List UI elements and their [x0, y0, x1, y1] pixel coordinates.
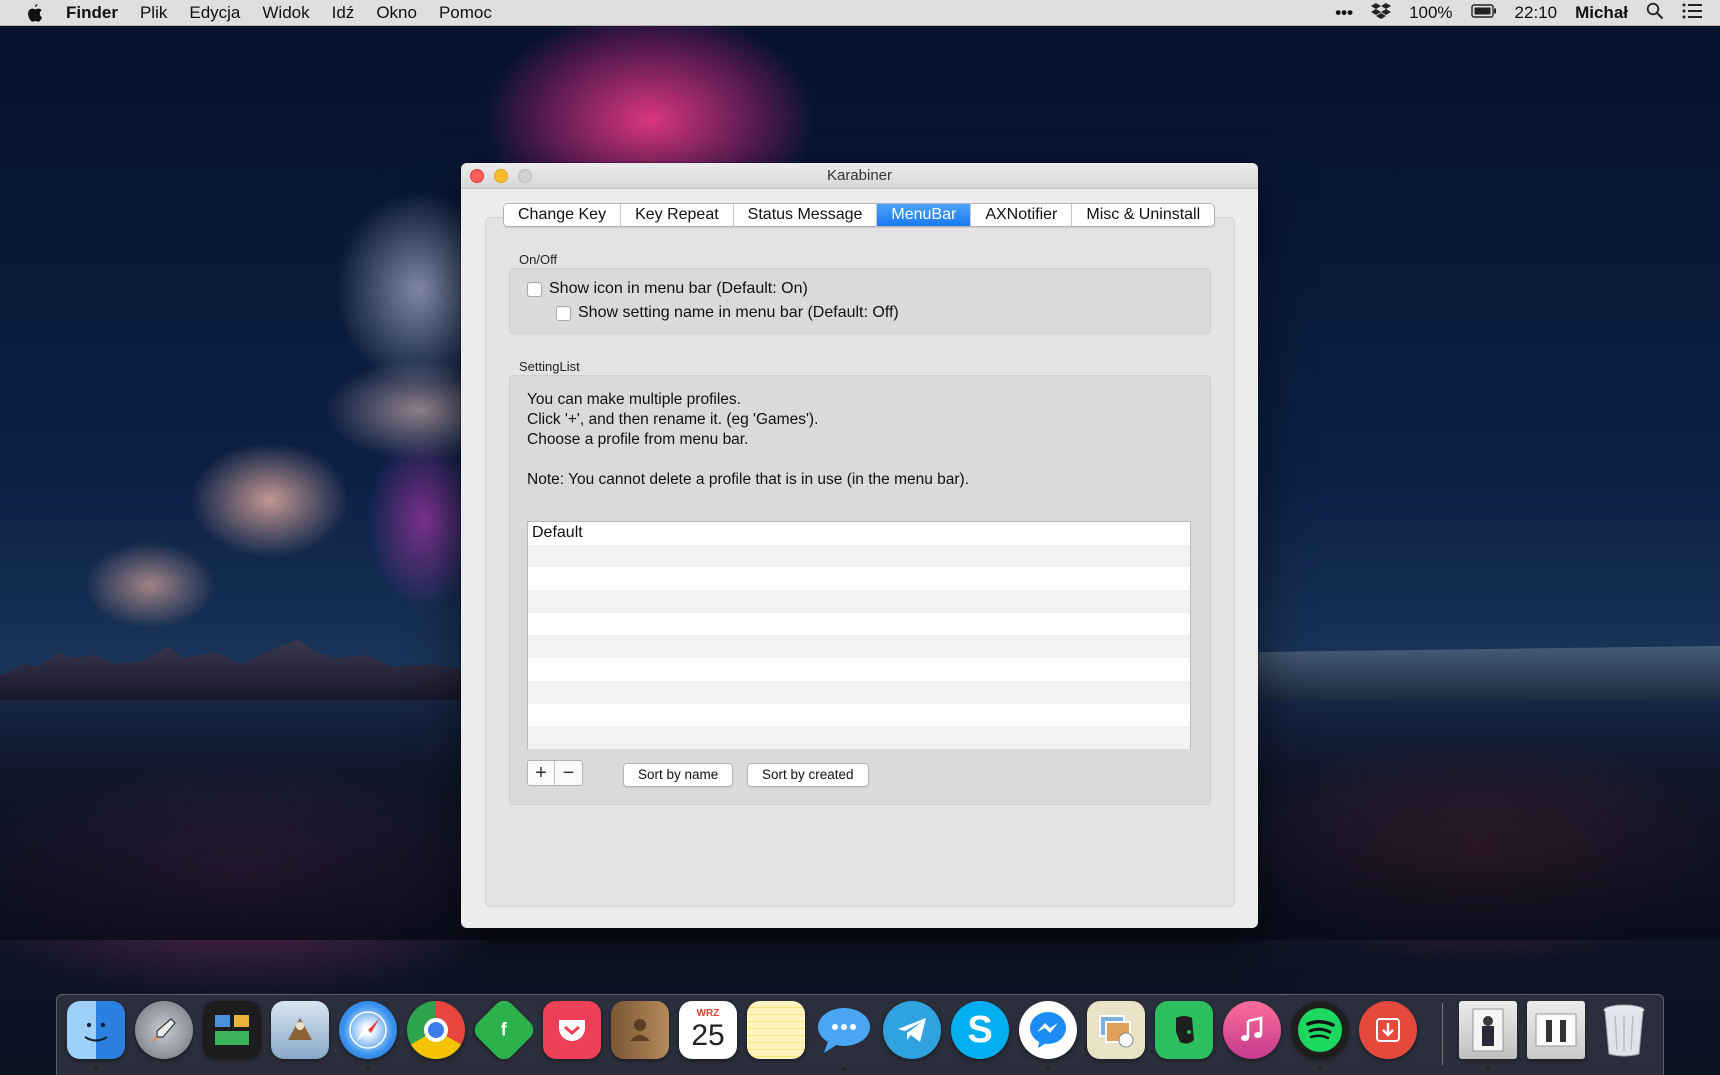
notes-icon[interactable] [747, 1001, 805, 1059]
photo-stack-icon[interactable] [1527, 1001, 1585, 1059]
settinglist-section-label: SettingList [519, 359, 580, 374]
onoff-box [509, 268, 1211, 334]
finder-icon[interactable] [67, 1001, 125, 1059]
tab-status-message[interactable]: Status Message [733, 204, 878, 226]
table-row[interactable]: Default [528, 522, 1190, 545]
window-titlebar[interactable]: Karabiner [461, 163, 1258, 189]
launchpad-icon[interactable] [135, 1001, 193, 1059]
tab-bar: Change Key Key Repeat Status Message Men… [503, 203, 1216, 227]
add-remove-segment: + − [527, 760, 583, 786]
onoff-section-label: On/Off [519, 252, 558, 267]
calendar-icon[interactable]: WRZ 25 [679, 1001, 737, 1059]
skype-icon[interactable]: S [951, 1001, 1009, 1059]
menu-app-name[interactable]: Finder [66, 3, 118, 23]
minimize-window-button[interactable] [494, 169, 508, 183]
remove-profile-button[interactable]: − [555, 761, 582, 785]
table-row[interactable] [528, 726, 1190, 749]
battery-icon[interactable] [1470, 3, 1497, 23]
window-title: Karabiner [826, 167, 893, 184]
table-row[interactable] [528, 544, 1190, 568]
show-icon-label[interactable]: Show icon in menu bar (Default: On) [549, 280, 808, 298]
dock-separator [1442, 1003, 1443, 1065]
evernote-icon[interactable] [1155, 1001, 1213, 1059]
info-line: You can make multiple profiles. [527, 391, 741, 408]
more-status-icon[interactable]: ••• [1335, 3, 1353, 23]
wallpaper-skyline [0, 640, 480, 700]
profile-table[interactable]: Default [527, 521, 1191, 749]
preview-icon[interactable] [1087, 1001, 1145, 1059]
table-row[interactable] [528, 680, 1190, 704]
trash-icon[interactable] [1595, 1001, 1653, 1059]
tab-menubar[interactable]: MenuBar [877, 204, 972, 226]
running-indicator [366, 1067, 370, 1071]
messages-icon[interactable] [815, 1001, 873, 1059]
running-indicator [1486, 1067, 1490, 1071]
user-name[interactable]: Michał [1575, 3, 1628, 23]
show-setting-name-checkbox[interactable] [556, 305, 571, 321]
close-window-button[interactable] [470, 169, 484, 183]
mail-icon[interactable] [271, 1001, 329, 1059]
menu-pomoc[interactable]: Pomoc [439, 3, 492, 23]
spotify-icon[interactable] [1291, 1001, 1349, 1059]
menu-plik[interactable]: Plik [140, 3, 167, 23]
show-icon-checkbox-row[interactable]: Show icon in menu bar (Default: On) [527, 280, 808, 298]
mission-control-icon[interactable] [203, 1001, 261, 1059]
safari-icon[interactable] [339, 1001, 397, 1059]
dock: f WRZ 25 S [56, 994, 1664, 1075]
photo-stack-icon[interactable] [1459, 1001, 1517, 1059]
menu-edycja[interactable]: Edycja [189, 3, 240, 23]
wallpaper-bridge [1258, 646, 1720, 700]
sort-by-name-button[interactable]: Sort by name [623, 763, 734, 787]
telegram-icon[interactable] [883, 1001, 941, 1059]
zoom-window-button[interactable] [518, 169, 532, 183]
sort-by-created-button[interactable]: Sort by created [747, 763, 869, 787]
tab-change-key[interactable]: Change Key [504, 204, 622, 226]
itunes-icon[interactable] [1223, 1001, 1281, 1059]
running-indicator [94, 1067, 98, 1071]
table-row[interactable] [528, 658, 1190, 681]
running-indicator [1318, 1067, 1322, 1071]
info-note: Note: You cannot delete a profile that i… [527, 471, 970, 488]
add-profile-button[interactable]: + [528, 761, 556, 785]
karabiner-window: Karabiner Change Key Key Repeat Status M… [461, 163, 1258, 928]
chrome-icon[interactable] [407, 1001, 465, 1059]
table-row[interactable] [528, 635, 1190, 659]
dropbox-icon[interactable] [1371, 2, 1392, 25]
menu-okno[interactable]: Okno [376, 3, 417, 23]
clock[interactable]: 22:10 [1515, 3, 1558, 23]
show-icon-checkbox[interactable] [527, 281, 542, 297]
pocket-icon[interactable] [543, 1001, 601, 1059]
messenger-icon[interactable] [1019, 1001, 1077, 1059]
menu-bar: Finder Plik Edycja Widok Idź Okno Pomoc … [0, 0, 1720, 26]
table-row[interactable] [528, 567, 1190, 590]
transmit-icon[interactable] [1359, 1001, 1417, 1059]
notification-center-icon[interactable] [1682, 3, 1702, 24]
show-setting-name-label[interactable]: Show setting name in menu bar (Default: … [578, 304, 899, 322]
feedly-icon[interactable]: f [470, 996, 538, 1064]
contacts-icon[interactable] [611, 1001, 669, 1059]
table-row[interactable] [528, 704, 1190, 727]
table-row[interactable] [528, 613, 1190, 636]
spotlight-search-icon[interactable] [1646, 2, 1664, 25]
tab-axnotifier[interactable]: AXNotifier [971, 204, 1073, 226]
tab-misc-uninstall[interactable]: Misc & Uninstall [1072, 204, 1215, 226]
show-setting-name-checkbox-row[interactable]: Show setting name in menu bar (Default: … [556, 304, 899, 322]
info-line: Click '+', and then rename it. (eg 'Game… [527, 411, 819, 428]
running-indicator [842, 1067, 846, 1071]
menu-widok[interactable]: Widok [262, 3, 309, 23]
calendar-day: 25 [691, 1019, 725, 1052]
battery-percent[interactable]: 100% [1409, 3, 1452, 23]
running-indicator [1046, 1067, 1050, 1071]
tab-key-repeat[interactable]: Key Repeat [621, 204, 734, 226]
settinglist-info: You can make multiple profiles. Click '+… [527, 390, 969, 490]
info-line: Choose a profile from menu bar. [527, 431, 749, 448]
table-row[interactable] [528, 590, 1190, 613]
menu-idz[interactable]: Idź [332, 3, 355, 23]
apple-menu-icon[interactable] [24, 3, 44, 23]
